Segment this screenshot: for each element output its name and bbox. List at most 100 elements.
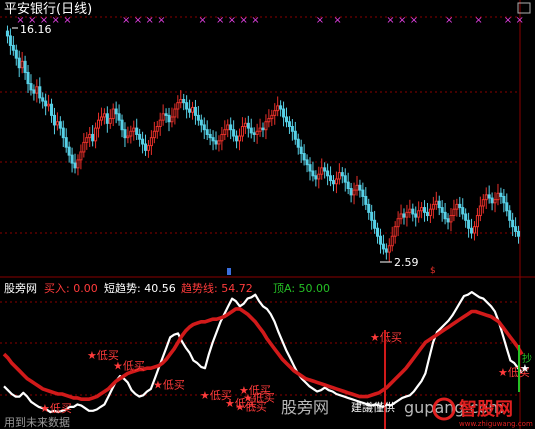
candle-body — [217, 140, 221, 145]
signal-marker: × — [145, 15, 153, 26]
candle-body — [161, 113, 165, 121]
candle-body — [270, 114, 274, 120]
candle-body — [246, 122, 250, 129]
watermark-site-cn: 股旁网 — [281, 398, 329, 417]
candle-body — [378, 235, 383, 245]
candle-body — [464, 213, 468, 221]
candle-body — [314, 175, 318, 180]
candle-body — [11, 44, 15, 51]
buy-signal-label: ★低买 — [243, 392, 275, 405]
candle-body — [164, 113, 168, 116]
candle-body — [249, 127, 253, 134]
candle-body — [446, 218, 450, 223]
candle-body — [364, 195, 368, 205]
candle-body — [196, 114, 200, 121]
candle-body — [443, 211, 447, 220]
candle-body — [182, 98, 186, 104]
candle-body — [346, 181, 350, 190]
candle-body — [390, 235, 394, 247]
candle-body — [211, 137, 215, 142]
candle-body — [296, 138, 300, 148]
candle-body — [214, 140, 218, 145]
candle-body — [41, 97, 45, 102]
future-data-notice: 用到未来数据 — [4, 415, 70, 429]
candle-body — [455, 203, 459, 210]
signal-marker: × — [386, 15, 394, 26]
top-a-value: 顶A: 50.00 — [273, 282, 330, 295]
candle-body — [511, 219, 515, 228]
candle-body — [402, 213, 406, 218]
candle-body — [82, 141, 86, 153]
candle-body — [431, 203, 435, 210]
candle-body — [384, 248, 388, 253]
candle-body — [305, 159, 309, 166]
candle-body — [472, 226, 477, 234]
candle-body — [94, 127, 98, 142]
candle-body — [23, 60, 27, 73]
candle-body — [452, 208, 456, 217]
candle-body — [370, 211, 374, 221]
signal-marker: × — [251, 15, 259, 26]
candle-body — [208, 133, 212, 139]
buy-signal-label: ★低买 — [153, 379, 185, 392]
signal-marker: × — [504, 15, 512, 26]
logo-url: www.zhiguwang.com — [459, 420, 533, 428]
candle-body — [126, 135, 130, 139]
candle-body — [499, 192, 503, 197]
candle-body — [135, 127, 139, 135]
candle-body — [467, 219, 471, 229]
candle-body — [67, 146, 71, 156]
candle-body — [408, 208, 412, 213]
buy-signal-label: ★低买 — [40, 402, 72, 415]
candle-body — [29, 83, 33, 91]
candle-body — [76, 159, 80, 169]
candle-body — [334, 178, 338, 185]
candle-body — [120, 119, 124, 131]
signal-marker: × — [398, 15, 406, 26]
candle-body — [193, 106, 197, 116]
candle-body — [290, 126, 294, 132]
candle-body — [202, 124, 206, 131]
signal-marker: × — [445, 15, 453, 26]
candle-body — [226, 124, 230, 131]
candle-body — [176, 102, 180, 110]
candle-body — [185, 102, 189, 110]
candle-body — [243, 122, 247, 128]
candle-body — [123, 129, 127, 139]
candle-body — [367, 203, 371, 213]
candle-body — [293, 130, 297, 140]
candle-body — [235, 135, 239, 142]
candle-body — [493, 199, 497, 204]
signal-marker: × — [122, 15, 130, 26]
candle-body — [170, 116, 174, 123]
candle-body — [517, 230, 521, 237]
candle-body — [99, 116, 103, 121]
candle-body — [205, 129, 209, 135]
candle-body — [484, 194, 488, 201]
buy-value: 买入: 0.00 — [44, 282, 98, 295]
candle-body — [323, 167, 327, 172]
candle-body — [108, 118, 112, 124]
candle-body — [152, 130, 156, 139]
candle-body — [35, 86, 39, 94]
white-star-icon: ★ — [520, 362, 530, 375]
candle-body — [267, 118, 271, 123]
candle-body — [417, 210, 421, 218]
candle-body — [373, 219, 377, 229]
candle-body — [102, 113, 106, 118]
candle-body — [320, 167, 324, 175]
candle-body — [38, 86, 42, 99]
candle-body — [114, 108, 118, 115]
candle-body — [470, 227, 474, 234]
candle-body — [376, 227, 380, 237]
candle-body — [361, 189, 365, 197]
candle-body — [91, 133, 95, 142]
candle-body — [440, 207, 444, 213]
candle-body — [352, 189, 356, 196]
candle-body — [475, 215, 479, 228]
candle-body — [502, 195, 506, 204]
candle-body — [85, 137, 89, 143]
candle-body — [355, 184, 359, 191]
signal-marker: × — [134, 15, 142, 26]
candle-body — [5, 30, 9, 37]
